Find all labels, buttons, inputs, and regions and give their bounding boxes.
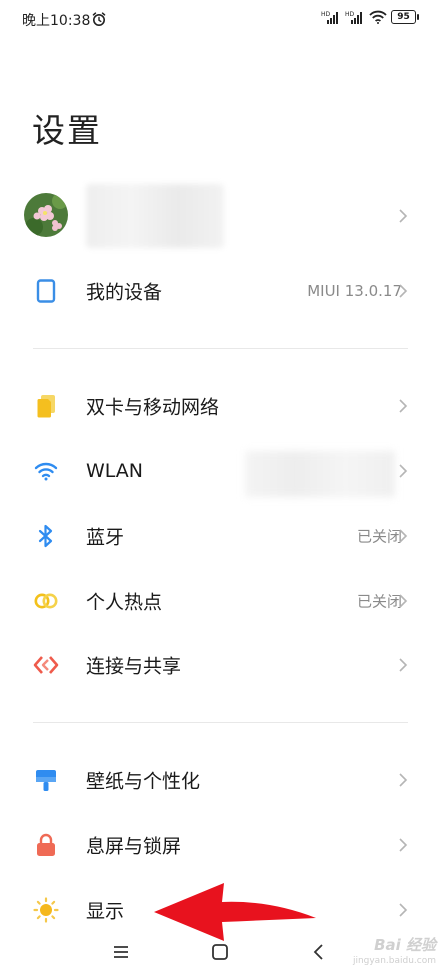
chevron-right-icon <box>399 529 408 543</box>
chevron-right-icon <box>399 209 408 223</box>
page-title: 设置 <box>32 111 102 150</box>
lock-icon <box>33 832 59 858</box>
chevron-right-icon <box>399 284 408 298</box>
wlan-label: WLAN <box>86 460 144 482</box>
hotspot-icon <box>33 588 59 614</box>
svg-text:HD: HD <box>321 11 331 18</box>
my-device-row[interactable]: 我的设备 MIUI 13.0.17 <box>0 259 442 323</box>
bluetooth-icon <box>33 523 59 549</box>
back-icon[interactable] <box>312 943 324 961</box>
connection-sharing-label: 连接与共享 <box>86 655 182 678</box>
cell-signal-icon: HD <box>345 11 362 24</box>
bluetooth-row[interactable]: 蓝牙 已关闭 <box>0 504 442 568</box>
hotspot-label: 个人热点 <box>86 591 163 614</box>
menu-icon[interactable] <box>113 945 129 959</box>
chevron-right-icon <box>399 658 408 672</box>
avatar[interactable] <box>24 193 68 237</box>
wlan-network-name <box>245 451 395 497</box>
chevron-right-icon <box>399 464 408 478</box>
watermark: Bai 经验 <box>374 936 436 954</box>
section-divider <box>33 348 408 349</box>
lock-screen-label: 息屏与锁屏 <box>86 835 182 858</box>
home-icon[interactable] <box>211 943 229 961</box>
status-time: 晚上10:38 <box>22 13 91 29</box>
connection-icon <box>33 652 59 678</box>
watermark-url: jingyan.baidu.com <box>352 956 436 966</box>
hotspot-row[interactable]: 个人热点 已关闭 <box>0 569 442 633</box>
hotspot-status: 已关闭 <box>356 592 402 611</box>
chevron-right-icon <box>399 903 408 917</box>
wallpaper-label: 壁纸与个性化 <box>86 770 201 793</box>
status-bar: 晚上10:38 HD HD 95 <box>0 0 442 40</box>
sun-icon <box>33 897 59 923</box>
alarm-icon <box>92 12 106 26</box>
my-device-label: 我的设备 <box>86 281 163 304</box>
connection-sharing-row[interactable]: 连接与共享 <box>0 633 442 697</box>
bluetooth-status: 已关闭 <box>356 527 402 546</box>
cell-signal-icon: HD <box>321 11 338 24</box>
wallpaper-row[interactable]: 壁纸与个性化 <box>0 748 442 812</box>
section-divider <box>33 722 408 723</box>
battery-indicator: 95 <box>391 10 419 24</box>
sim-card-icon <box>33 393 59 419</box>
wifi-status-icon <box>369 10 387 24</box>
display-label: 显示 <box>86 900 125 923</box>
sim-network-row[interactable]: 双卡与移动网络 <box>0 374 442 438</box>
sim-network-label: 双卡与移动网络 <box>86 396 220 419</box>
status-indicators: HD HD 95 <box>321 10 419 24</box>
wifi-icon <box>33 458 59 484</box>
chevron-right-icon <box>399 773 408 787</box>
chevron-right-icon <box>399 594 408 608</box>
bluetooth-label: 蓝牙 <box>86 526 125 549</box>
wallpaper-icon <box>33 767 59 793</box>
profile-name <box>86 184 224 248</box>
lock-screen-row[interactable]: 息屏与锁屏 <box>0 813 442 877</box>
chevron-right-icon <box>399 399 408 413</box>
chevron-right-icon <box>399 838 408 852</box>
tablet-icon <box>33 278 59 304</box>
svg-text:HD: HD <box>345 11 355 18</box>
my-device-version: MIUI 13.0.17 <box>307 282 402 300</box>
